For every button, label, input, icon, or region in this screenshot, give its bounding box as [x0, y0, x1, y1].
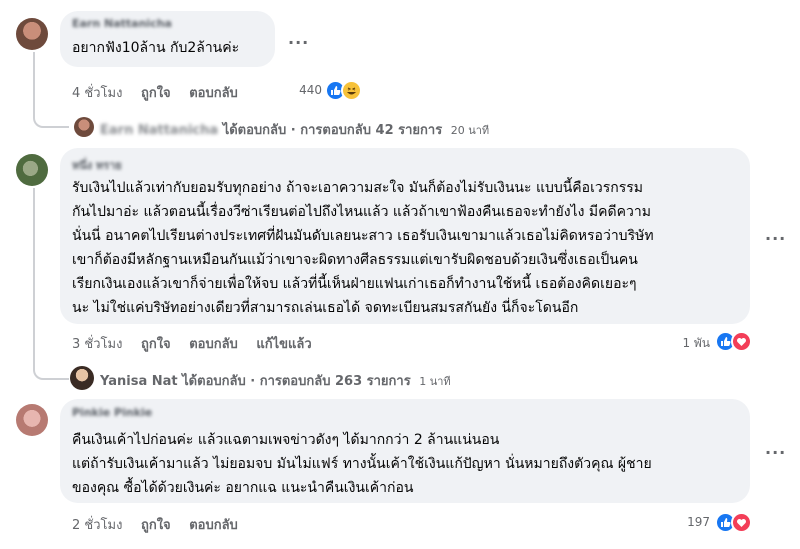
avatar[interactable]	[16, 404, 48, 436]
avatar[interactable]	[16, 18, 48, 50]
view-replies-link[interactable]: Earn Nattanicha ได้ตอบกลับ · การตอบกลับ …	[100, 119, 489, 140]
avatar[interactable]	[74, 117, 94, 137]
reply-time: 20 นาที	[450, 124, 490, 137]
reply-button[interactable]: ตอบกลับ	[189, 86, 238, 101]
comment-text-line: กันไปมาอ่ะ แล้วตอนนี้เรื่องวีซ่าเรียนต่อ…	[72, 204, 651, 220]
comment-actions: 4 ชั่วโมง ถูกใจ ตอบกลับ	[72, 82, 252, 103]
comment-text: อยากฟัง10ล้าน กับ2ล้านค่ะ	[72, 40, 240, 56]
comment-text-line: เขาก็ต้องมีหลักฐานเหมือนกันแม้ว่าเขาจะผิ…	[72, 252, 638, 268]
reaction-count[interactable]: 440	[290, 83, 322, 97]
comment-text-line: แต่ถ้ารับเงินเค้ามาแล้ว ไม่ยอมจบ มันไม่แ…	[72, 456, 652, 472]
thread-connector	[33, 52, 69, 128]
like-button[interactable]: ถูกใจ	[141, 337, 171, 352]
comment-time[interactable]: 4 ชั่วโมง	[72, 86, 122, 101]
more-options-button[interactable]: ···	[765, 229, 786, 248]
love-icon	[731, 331, 752, 352]
reply-button[interactable]: ตอบกลับ	[189, 518, 238, 533]
comment-text-line: รับเงินไปแล้วเท่ากับยอมรับทุกอย่าง ถ้าจะ…	[72, 180, 643, 196]
comment-author[interactable]: หนึ่ง ทราย	[72, 156, 122, 174]
love-icon	[731, 512, 752, 533]
thread-connector	[33, 188, 69, 380]
comment-text-line: เรียกเงินเองแล้วเขาก็จ่ายเพื่อให้จบ แล้ว…	[72, 276, 637, 292]
avatar[interactable]	[16, 154, 48, 186]
comment-author[interactable]: Pinkie Pinkie	[72, 406, 152, 419]
haha-icon	[341, 80, 362, 101]
view-replies-link[interactable]: Yanisa Nat ได้ตอบกลับ · การตอบกลับ 263 ร…	[100, 370, 451, 391]
more-options-button[interactable]: ···	[765, 443, 786, 462]
reply-author: Earn Nattanicha	[100, 123, 219, 138]
comment-author[interactable]: Earn Nattanicha	[72, 17, 172, 30]
reply-button[interactable]: ตอบกลับ	[189, 337, 238, 352]
reaction-count[interactable]: 1 พัน	[660, 334, 710, 353]
comment-actions: 3 ชั่วโมง ถูกใจ ตอบกลับ แก้ไขแล้ว	[72, 333, 326, 354]
comment-actions: 2 ชั่วโมง ถูกใจ ตอบกลับ	[72, 514, 252, 535]
reply-author: Yanisa Nat	[100, 374, 178, 389]
edited-label[interactable]: แก้ไขแล้ว	[256, 337, 311, 352]
comment-text-line: คืนเงินเค้าไปก่อนค่ะ แล้วแฉตามเพจข่าวดัง…	[72, 432, 500, 448]
like-button[interactable]: ถูกใจ	[141, 518, 171, 533]
comment-text-line: นะ ไม่ใช่แค่บริษัทอย่างเดียวที่สามารถเล่…	[72, 300, 579, 316]
avatar[interactable]	[70, 366, 94, 390]
comment-time[interactable]: 3 ชั่วโมง	[72, 337, 122, 352]
comment-time[interactable]: 2 ชั่วโมง	[72, 518, 122, 533]
reply-time: 1 นาที	[419, 375, 451, 388]
comment-text-line: ของคุณ ซื้อได้ด้วยเงินค่ะ อยากแฉ แนะนำคื…	[72, 480, 414, 496]
like-button[interactable]: ถูกใจ	[141, 86, 171, 101]
more-options-button[interactable]: ···	[288, 33, 309, 52]
reaction-count[interactable]: 197	[670, 515, 710, 529]
reply-summary: ได้ตอบกลับ · การตอบกลับ 42 รายการ	[222, 123, 443, 138]
reply-summary: ได้ตอบกลับ · การตอบกลับ 263 รายการ	[182, 374, 411, 389]
comment-text-line: นั่นนี่ อนาคตไปเรียนต่างประเทศที่ฝันมันด…	[72, 228, 654, 244]
